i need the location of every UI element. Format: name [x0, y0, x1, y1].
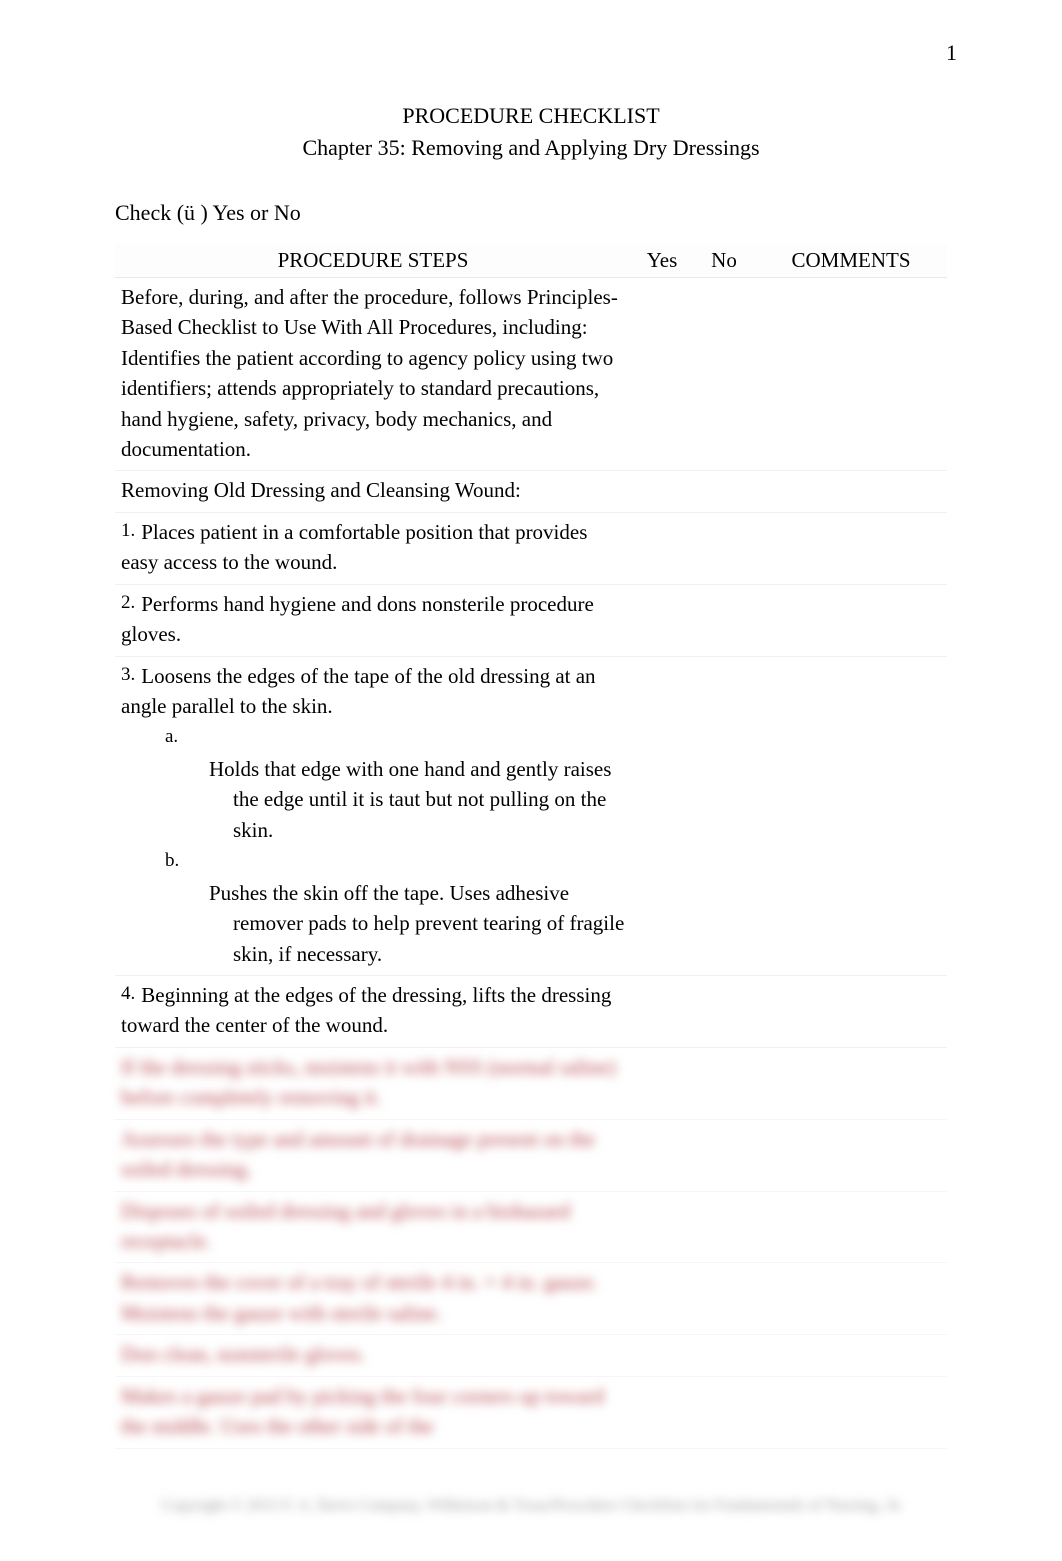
header-procedure-steps: PROCEDURE STEPS — [115, 244, 631, 278]
yes-cell — [631, 1119, 693, 1191]
section-heading-cell: Removing Old Dressing and Cleansing Woun… — [115, 471, 631, 512]
yes-cell[interactable] — [631, 584, 693, 656]
comments-cell[interactable] — [755, 471, 947, 512]
table-row-blurred: Assesses the type and amount of drainage… — [115, 1119, 947, 1191]
no-cell — [693, 1376, 755, 1448]
comments-cell — [755, 1191, 947, 1263]
no-cell — [693, 1335, 755, 1376]
no-cell[interactable] — [693, 471, 755, 512]
header-no: No — [693, 244, 755, 278]
blurred-step-cell: Assesses the type and amount of drainage… — [115, 1119, 631, 1191]
comments-cell — [755, 1119, 947, 1191]
yes-cell[interactable] — [631, 471, 693, 512]
step-cell: 1.Places patient in a comfortable positi… — [115, 512, 631, 584]
comments-cell — [755, 1376, 947, 1448]
step-text: Places patient in a comfortable position… — [121, 520, 587, 574]
no-cell — [693, 1263, 755, 1335]
table-row: 4.Beginning at the edges of the dressing… — [115, 975, 947, 1047]
yes-cell — [631, 1047, 693, 1119]
intro-cell: Before, during, and after the procedure,… — [115, 277, 631, 471]
comments-cell — [755, 1047, 947, 1119]
step-text: Loosens the edges of the tape of the old… — [121, 664, 596, 718]
header-yes: Yes — [631, 244, 693, 278]
substep-text: Holds that edge with one hand and gently… — [233, 754, 625, 845]
no-cell[interactable] — [693, 512, 755, 584]
table-row: 1.Places patient in a comfortable positi… — [115, 512, 947, 584]
no-cell — [693, 1047, 755, 1119]
comments-cell — [755, 1335, 947, 1376]
no-cell[interactable] — [693, 584, 755, 656]
comments-cell[interactable] — [755, 277, 947, 471]
no-cell[interactable] — [693, 656, 755, 975]
page-number: 1 — [946, 40, 957, 66]
substep-letter: b. — [165, 847, 187, 875]
no-cell[interactable] — [693, 277, 755, 471]
step-number: 3. — [121, 661, 135, 689]
step-number: 2. — [121, 589, 135, 617]
step-cell: 4.Beginning at the edges of the dressing… — [115, 975, 631, 1047]
step-cell: 3.Loosens the edges of the tape of the o… — [115, 656, 631, 975]
copyright-footer: Copyright © 2015 F. A. Davis Company, Wi… — [115, 1497, 947, 1515]
blurred-step-cell: If the dressing sticks, moistens it with… — [115, 1047, 631, 1119]
table-row-blurred: Disposes of soiled dressing and gloves i… — [115, 1191, 947, 1263]
table-row: Removing Old Dressing and Cleansing Woun… — [115, 471, 947, 512]
yes-cell[interactable] — [631, 512, 693, 584]
no-cell[interactable] — [693, 975, 755, 1047]
comments-cell[interactable] — [755, 512, 947, 584]
substep-letter: a. — [165, 723, 187, 751]
header-comments: COMMENTS — [755, 244, 947, 278]
step-text: Beginning at the edges of the dressing, … — [121, 983, 611, 1037]
yes-cell — [631, 1191, 693, 1263]
step-text: Performs hand hygiene and dons nonsteril… — [121, 592, 594, 646]
procedure-table: PROCEDURE STEPS Yes No COMMENTS Before, … — [115, 244, 947, 1449]
blurred-step-cell: Disposes of soiled dressing and gloves i… — [115, 1191, 631, 1263]
yes-cell — [631, 1335, 693, 1376]
title-line-2: Chapter 35: Removing and Applying Dry Dr… — [115, 132, 947, 164]
no-cell — [693, 1191, 755, 1263]
step-number: 1. — [121, 517, 135, 545]
yes-cell — [631, 1263, 693, 1335]
step-number: 4. — [121, 980, 135, 1008]
yes-cell[interactable] — [631, 975, 693, 1047]
check-instruction: Check (ü ) Yes or No — [115, 200, 947, 226]
table-row-blurred: Don clean, nonsterile gloves. — [115, 1335, 947, 1376]
blurred-step-cell: Don clean, nonsterile gloves. — [115, 1335, 631, 1376]
yes-cell[interactable] — [631, 277, 693, 471]
comments-cell[interactable] — [755, 975, 947, 1047]
comments-cell[interactable] — [755, 656, 947, 975]
title-line-1: PROCEDURE CHECKLIST — [115, 100, 947, 132]
blurred-step-cell: Makes a gauze pad by picking the four co… — [115, 1376, 631, 1448]
blurred-step-cell: Removes the cover of a tray of sterile 4… — [115, 1263, 631, 1335]
substep-text: Pushes the skin off the tape. Uses adhes… — [233, 878, 625, 969]
comments-cell — [755, 1263, 947, 1335]
table-row-blurred: If the dressing sticks, moistens it with… — [115, 1047, 947, 1119]
table-row: Before, during, and after the procedure,… — [115, 277, 947, 471]
table-header-row: PROCEDURE STEPS Yes No COMMENTS — [115, 244, 947, 278]
step-cell: 2.Performs hand hygiene and dons nonster… — [115, 584, 631, 656]
yes-cell[interactable] — [631, 656, 693, 975]
no-cell — [693, 1119, 755, 1191]
table-row-blurred: Makes a gauze pad by picking the four co… — [115, 1376, 947, 1448]
table-row-blurred: Removes the cover of a tray of sterile 4… — [115, 1263, 947, 1335]
yes-cell — [631, 1376, 693, 1448]
table-row: 2.Performs hand hygiene and dons nonster… — [115, 584, 947, 656]
table-row: 3.Loosens the edges of the tape of the o… — [115, 656, 947, 975]
comments-cell[interactable] — [755, 584, 947, 656]
